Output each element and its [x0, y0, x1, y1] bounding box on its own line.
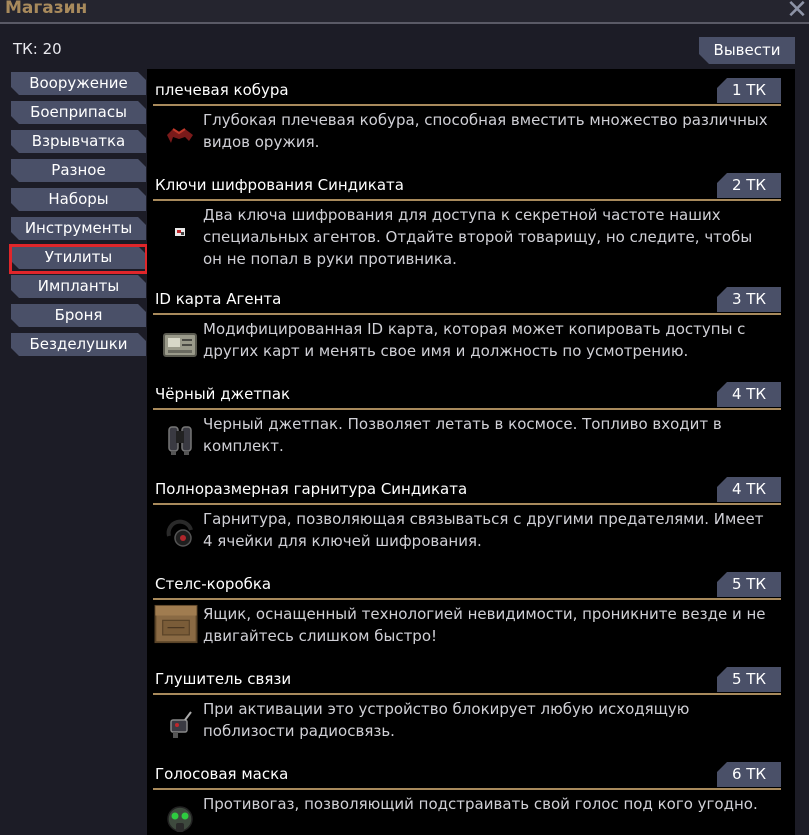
buy-price-button[interactable]: 4 ТК — [717, 382, 781, 407]
category-misc[interactable]: Разное — [11, 159, 146, 182]
buy-price-button[interactable]: 5 ТК — [717, 667, 781, 692]
id-card-icon — [161, 326, 199, 364]
item-name: Чёрный джетпак — [155, 385, 291, 403]
item-name: ID карта Агента — [155, 290, 282, 308]
item-divider — [153, 788, 781, 790]
gas-mask-icon — [161, 801, 199, 835]
category-implants[interactable]: Импланты — [11, 275, 146, 298]
item-listing[interactable]: плечевая кобура 1 ТК Глубокая плечевая к… — [147, 69, 795, 835]
window-title: Магазин — [5, 0, 88, 18]
item-description: Гарнитура, позволяющая связываться с дру… — [203, 510, 764, 550]
item-name: Голосовая маска — [155, 765, 289, 783]
shop-item: Чёрный джетпак 4 ТК Черный джетпак. Позв… — [147, 373, 795, 463]
cardboard-box-icon — [153, 601, 199, 647]
shop-item: Глушитель связи 5 ТК При активации это у… — [147, 658, 795, 748]
buy-price-button[interactable]: 3 ТК — [717, 287, 781, 312]
holster-icon — [161, 117, 199, 155]
category-weapons[interactable]: Вооружение — [11, 72, 146, 95]
shop-item: Стелс-коробка 5 ТК Ящик, оснащенный техн… — [147, 563, 795, 653]
item-name: Стелс-коробка — [155, 575, 272, 593]
item-description: Модифицированная ID карта, которая может… — [203, 320, 746, 360]
item-description: Ящик, оснащенный технологией невидимости… — [203, 605, 766, 645]
item-description: Черный джетпак. Позволяет летать в космо… — [203, 415, 722, 455]
shop-item: Голосовая маска 6 ТК Противогаз, позволя… — [147, 753, 795, 835]
headset-icon — [161, 516, 199, 554]
category-explosives[interactable]: Взрывчатка — [11, 130, 146, 153]
buy-price-button[interactable]: 6 ТК — [717, 762, 781, 787]
item-divider — [153, 408, 781, 410]
window-titlebar: Магазин ✕ — [0, 0, 809, 24]
shop-item: ID карта Агента 3 ТК Модифицированная ID… — [147, 278, 795, 368]
shop-item: Ключи шифрования Синдиката 2 ТК Два ключ… — [147, 164, 795, 268]
item-divider — [153, 598, 781, 600]
item-divider — [153, 313, 781, 315]
jetpack-icon — [161, 421, 199, 459]
item-divider — [153, 503, 781, 505]
buy-price-button[interactable]: 4 ТК — [717, 477, 781, 502]
item-description: Противогаз, позволяющий подстраивать сво… — [203, 795, 758, 813]
item-name: Ключи шифрования Синдиката — [155, 176, 404, 194]
balance-label: ТК: 20 — [13, 40, 62, 58]
item-description: Глубокая плечевая кобура, способная вмес… — [203, 111, 768, 151]
item-name: Полноразмерная гарнитура Синдиката — [155, 480, 468, 498]
encryption-key-icon — [161, 212, 199, 250]
item-divider — [153, 693, 781, 695]
buy-price-button[interactable]: 5 ТК — [717, 572, 781, 597]
item-name: Глушитель связи — [155, 670, 292, 688]
withdraw-button[interactable]: Вывести — [699, 37, 795, 64]
shop-item: плечевая кобура 1 ТК Глубокая плечевая к… — [147, 69, 795, 159]
buy-price-button[interactable]: 2 ТК — [717, 173, 781, 198]
item-name: плечевая кобура — [155, 81, 289, 99]
selected-category-highlight — [9, 244, 148, 274]
category-kits[interactable]: Наборы — [11, 188, 146, 211]
buy-price-button[interactable]: 1 ТК — [717, 78, 781, 103]
item-divider — [153, 104, 781, 106]
category-ammo[interactable]: Боеприпасы — [11, 101, 146, 124]
item-description: При активации это устройство блокирует л… — [203, 700, 690, 740]
category-armor[interactable]: Броня — [11, 304, 146, 327]
item-description: Два ключа шифрования для доступа к секре… — [203, 206, 753, 268]
category-trinkets[interactable]: Безделушки — [11, 333, 146, 356]
radio-jammer-icon — [161, 706, 199, 744]
category-tools[interactable]: Инструменты — [11, 217, 146, 240]
item-divider — [153, 199, 781, 201]
shop-item: Полноразмерная гарнитура Синдиката 4 ТК … — [147, 468, 795, 558]
close-icon[interactable]: ✕ — [785, 0, 809, 23]
